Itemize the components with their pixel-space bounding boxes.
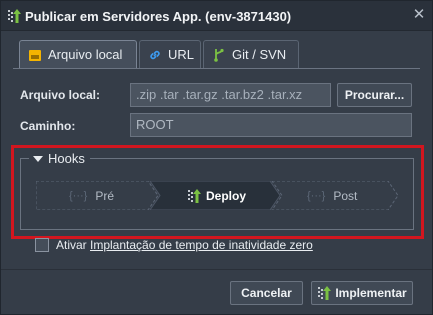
zero-downtime-prefix: Ativar xyxy=(56,238,91,252)
path-label: Caminho: xyxy=(20,119,76,133)
code-braces-icon: {···} xyxy=(69,189,88,202)
tab-local-file[interactable]: Arquivo local xyxy=(19,40,137,68)
tab-git-svn[interactable]: Git / SVN xyxy=(203,40,299,68)
deploy-button[interactable]: Implementar xyxy=(311,281,413,305)
hook-step-post[interactable]: {···} Post xyxy=(307,181,357,210)
hook-step-pre[interactable]: {···} Pré xyxy=(69,181,114,210)
hook-step-deploy[interactable]: Deploy xyxy=(187,181,246,210)
deploy-dialog: Publicar em Servidores App. (env-3871430… xyxy=(0,0,433,315)
deploy-button-label: Implementar xyxy=(335,286,407,300)
close-icon[interactable]: ✕ xyxy=(411,7,427,23)
link-icon xyxy=(150,50,160,59)
tab-local-file-label: Arquivo local xyxy=(48,47,123,62)
local-file-label: Arquivo local: xyxy=(20,88,101,102)
hooks-toggle[interactable]: Hooks xyxy=(29,151,90,166)
dialog-title: Publicar em Servidores App. (env-3871430… xyxy=(25,9,292,24)
browse-button[interactable]: Procurar... xyxy=(337,83,412,107)
tab-url[interactable]: URL xyxy=(139,40,201,68)
deploy-icon xyxy=(318,286,332,300)
hook-step-pre-label: Pré xyxy=(95,188,115,203)
code-braces-icon: {···} xyxy=(307,189,326,202)
hook-step-deploy-label: Deploy xyxy=(206,188,247,203)
git-icon xyxy=(214,48,224,62)
folder-icon xyxy=(29,49,41,61)
local-file-input[interactable]: .zip .tar .tar.gz .tar.bz2 .tar.xz xyxy=(130,83,331,107)
tab-panel-divider xyxy=(13,68,420,69)
zero-downtime-label: Ativar Implantação de tempo de inativida… xyxy=(56,238,313,252)
collapse-triangle-icon xyxy=(33,155,43,162)
tab-git-svn-label: Git / SVN xyxy=(232,47,287,62)
cancel-button[interactable]: Cancelar xyxy=(230,281,303,305)
deploy-icon xyxy=(188,188,201,203)
title-bar[interactable]: Publicar em Servidores App. (env-3871430… xyxy=(1,1,432,31)
tab-url-label: URL xyxy=(168,47,195,62)
zero-downtime-link[interactable]: Implantação de tempo de inatividade zero xyxy=(90,238,313,252)
hooks-title: Hooks xyxy=(48,151,85,166)
footer-divider xyxy=(1,269,432,270)
deploy-icon xyxy=(8,9,21,23)
hook-step-post-label: Post xyxy=(333,188,358,203)
zero-downtime-checkbox[interactable] xyxy=(35,238,49,252)
path-input[interactable]: ROOT xyxy=(130,113,412,137)
